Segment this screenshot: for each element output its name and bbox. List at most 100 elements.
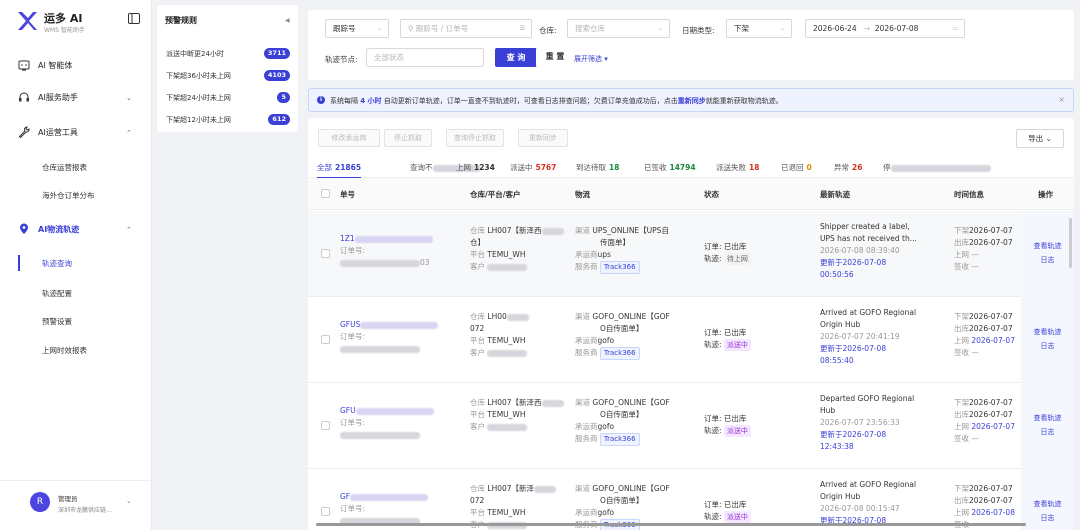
reset-button[interactable]: 重 置 xyxy=(536,48,574,67)
app-subtitle: WMS 智能助手 xyxy=(44,27,85,34)
modify-carrier-button[interactable]: 修改承运商 xyxy=(318,129,380,147)
tracking-number[interactable]: GFUS xyxy=(340,319,465,331)
tracking-number[interactable]: GF xyxy=(340,491,465,503)
rule-item[interactable]: 下架超36小时未上网 4103 xyxy=(157,65,298,85)
provider-tag[interactable]: Track366 xyxy=(599,347,640,360)
redacted-text xyxy=(506,313,529,321)
resync-button[interactable]: 重新同步 xyxy=(518,129,568,147)
sidebar-subitem-order-distribution[interactable]: 海外仓订单分布 xyxy=(0,184,152,206)
redacted-text xyxy=(487,349,528,357)
redacted-text xyxy=(890,164,991,172)
rule-item[interactable]: 下架超12小时未上网 612 xyxy=(157,109,298,129)
warehouse-select[interactable]: 搜索仓库 ⌄ xyxy=(567,19,670,38)
tab-delivery-failed[interactable]: 派送失败 18 xyxy=(716,162,759,173)
log-link[interactable]: 日志 xyxy=(1021,341,1074,351)
date-type-select[interactable]: 下架 ⌄ xyxy=(726,19,792,38)
log-link[interactable]: 日志 xyxy=(1021,427,1074,437)
actions-cell: 查看轨迹 日志 xyxy=(1021,211,1074,297)
row-checkbox[interactable] xyxy=(321,249,330,258)
order-number: 订单号: xyxy=(340,332,366,341)
chevron-up-icon: ⌃ xyxy=(126,129,132,137)
log-link[interactable]: 日志 xyxy=(1021,255,1074,265)
rules-title: 预警规则 xyxy=(165,16,197,25)
row-checkbox[interactable] xyxy=(321,507,330,516)
rule-count-badge: 612 xyxy=(268,114,290,125)
tab-stopped[interactable]: 停 xyxy=(883,162,991,173)
actions-cell: 查看轨迹 日志 xyxy=(1021,297,1074,383)
table-row[interactable]: 1Z1 订单号: 03 仓库 LH007【新泽西 仓】 平台 TEMU_WH 客… xyxy=(308,211,1074,297)
latest-event: Arrived at GOFO Regional xyxy=(820,480,917,489)
redacted-text xyxy=(360,321,439,329)
expand-filters-link[interactable]: 展开筛选 ▾ xyxy=(574,54,608,64)
provider-tag[interactable]: Track366 xyxy=(599,433,640,446)
status-badge: 派送中 xyxy=(723,511,751,523)
tab-signed[interactable]: 已签收 14794 xyxy=(644,162,696,173)
date-range-picker[interactable]: 2026-06-24 → 2026-07-08 ▭ xyxy=(805,19,965,38)
sidebar-subitem-track-config[interactable]: 轨迹配置 xyxy=(0,282,152,304)
rule-count-badge: 5 xyxy=(277,92,290,103)
redacted-text xyxy=(340,259,420,267)
sidebar-subitem-track-query[interactable]: 轨迹查询 xyxy=(0,252,152,274)
sidebar-subitem-alert-settings[interactable]: 预警设置 xyxy=(0,310,152,332)
user-menu[interactable]: R 管理员 深圳市龙騰供应链... ⌄ xyxy=(0,480,152,530)
tab-returned[interactable]: 已退回 0 xyxy=(781,162,812,173)
rule-item[interactable]: 下架超24小时未上网 5 xyxy=(157,87,298,107)
sidebar-item-ai-ops[interactable]: AI运营工具 ⌃ xyxy=(0,119,152,145)
view-track-link[interactable]: 查看轨迹 xyxy=(1021,241,1074,251)
resync-link[interactable]: 重新同步 xyxy=(678,97,706,105)
track-type-select[interactable]: 跟踪号 ⌄ xyxy=(325,19,389,38)
rule-count-badge: 3711 xyxy=(263,48,290,59)
tracking-number[interactable]: GFU xyxy=(340,405,465,417)
filter-panel: 跟踪号 ⌄ ⚲ 跟踪号 / 订单号 ☰ 仓库: 搜索仓库 ⌄ 日期类型: 下架 ⌄ 20… xyxy=(308,10,1074,80)
collapse-left-icon[interactable]: ◀ xyxy=(285,17,290,24)
chevron-down-icon: ⌄ xyxy=(779,25,785,32)
export-button[interactable]: 导出 ⌄ xyxy=(1016,129,1064,148)
vertical-scrollbar[interactable] xyxy=(1069,218,1072,268)
redacted-text xyxy=(534,485,557,493)
tab-exception[interactable]: 异常 26 xyxy=(834,162,862,173)
chevron-down-icon: ⌄ xyxy=(657,25,663,32)
list-icon[interactable]: ☰ xyxy=(520,20,525,37)
provider-tag[interactable]: Track366 xyxy=(599,261,640,274)
horizontal-scrollbar[interactable] xyxy=(316,523,1026,526)
view-track-link[interactable]: 查看轨迹 xyxy=(1021,413,1074,423)
rule-item[interactable]: 派送中断更24小时 3711 xyxy=(157,43,298,63)
table-header: 单号 仓库/平台/客户 物流 状态 最新轨迹 时间信息 操作 xyxy=(308,178,1074,210)
node-select[interactable]: 全部状态 xyxy=(366,48,484,67)
table-row[interactable]: GFUS 订单号: 仓库 LH00 072 平台 TEMU_WH 客户 渠道 G… xyxy=(308,297,1074,383)
calendar-icon: ▭ xyxy=(952,25,958,32)
status-badge: 派送中 xyxy=(723,425,751,437)
view-track-link[interactable]: 查看轨迹 xyxy=(1021,327,1074,337)
stop-fetch-button[interactable]: 停止抓取 xyxy=(384,129,432,147)
sidebar-item-ai-tracking[interactable]: AI物流轨迹 ⌃ xyxy=(0,216,152,242)
status-badge: 待上网 xyxy=(723,253,751,265)
table-row[interactable]: GF 订单号: 仓库 LH007【新泽 072 平台 TEMU_WH 客户 渠道… xyxy=(308,469,1074,530)
sidebar-collapse-icon[interactable] xyxy=(128,13,140,24)
query-button[interactable]: 查 询 xyxy=(495,48,537,67)
sidebar-subitem-ops-report[interactable]: 仓库运营报表 xyxy=(0,156,152,178)
sidebar-item-ai-service[interactable]: AI服务助手 ⌄ xyxy=(0,84,152,110)
search-input[interactable]: ⚲ 跟踪号 / 订单号 ☰ xyxy=(400,19,532,38)
row-checkbox[interactable] xyxy=(321,335,330,344)
tracking-number[interactable]: 1Z1 xyxy=(340,233,465,245)
node-label: 轨迹节点: xyxy=(325,55,358,64)
view-track-link[interactable]: 查看轨迹 xyxy=(1021,499,1074,509)
row-checkbox[interactable] xyxy=(321,421,330,430)
tab-in-delivery[interactable]: 派送中 5767 xyxy=(510,162,556,173)
latest-event: Arrived at GOFO Regional xyxy=(820,308,917,317)
query-stopped-button[interactable]: 查询停止抓取 xyxy=(446,129,504,147)
select-all-checkbox[interactable] xyxy=(321,189,330,198)
tab-all[interactable]: 全部 21865 xyxy=(317,162,362,179)
table-row[interactable]: GFU 订单号: 仓库 LH007【新泽西 平台 TEMU_WH 客户 渠道 G… xyxy=(308,383,1074,469)
chevron-up-icon: ⌃ xyxy=(126,226,132,234)
sidebar-item-ai-agent[interactable]: AI 智能体 xyxy=(0,52,152,78)
chevron-down-icon: ⌄ xyxy=(376,25,382,32)
tab-awaiting-pickup[interactable]: 到达待取 18 xyxy=(576,162,619,173)
user-org: 深圳市龙騰供应链... xyxy=(58,507,112,514)
sidebar-subitem-online-report[interactable]: 上网时效报表 xyxy=(0,339,152,361)
tab-not-online[interactable]: 上网 1234 xyxy=(456,162,495,173)
redacted-text xyxy=(355,407,434,415)
status-badge: 派送中 xyxy=(723,339,751,351)
close-icon[interactable]: × xyxy=(1058,95,1065,104)
log-link[interactable]: 日志 xyxy=(1021,513,1074,523)
